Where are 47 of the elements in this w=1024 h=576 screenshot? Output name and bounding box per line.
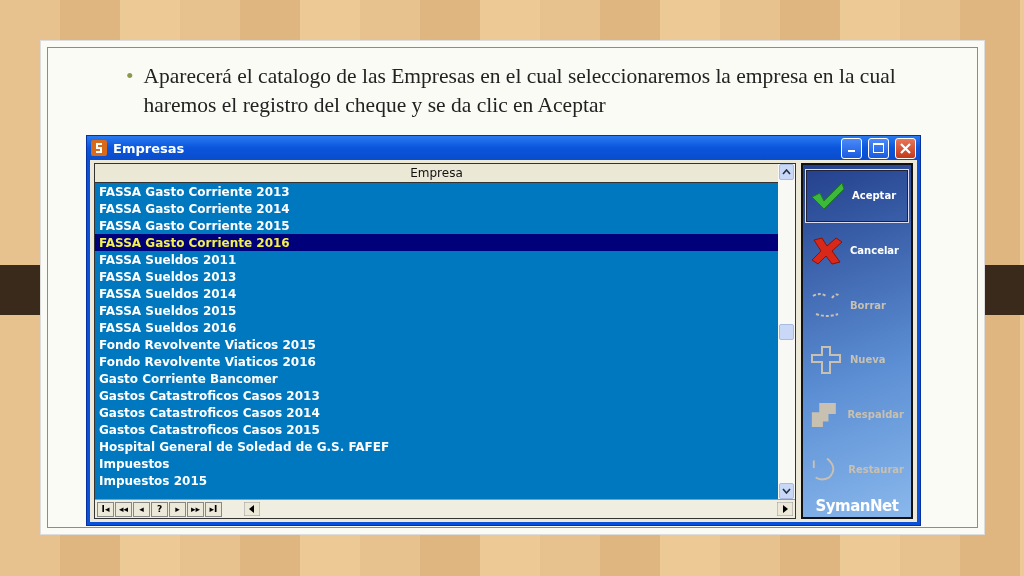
slide-text: Aparecerá el catalogo de las Empresas en el cual seleccionaremos la empresa en la cual haremos el registro del cheque y se da clic en Aceptar <box>143 63 896 119</box>
checkmark-icon <box>810 180 846 211</box>
navigator-button[interactable]: ? <box>151 501 168 517</box>
close-button[interactable] <box>895 137 916 159</box>
window-title: Empresas <box>113 140 185 156</box>
scroll-right-icon[interactable] <box>777 502 793 516</box>
minimize-button[interactable] <box>841 137 862 159</box>
table-row[interactable]: Impuestos <box>95 455 778 472</box>
table-row[interactable]: FASSA Sueldos 2015 <box>95 302 778 319</box>
navigator-button[interactable]: ◂◂ <box>115 501 132 517</box>
column-header[interactable]: Empresa <box>95 164 778 183</box>
app-icon <box>91 140 107 156</box>
table-row[interactable]: Gastos Catastroficos Casos 2013 <box>95 387 778 404</box>
table-row[interactable]: Gasto Corriente Bancomer <box>95 370 778 387</box>
table-row[interactable]: Hospital General de Soledad de G.S. FAFEF <box>95 438 778 455</box>
navigator-button[interactable]: ◂ <box>133 501 150 517</box>
close-icon <box>900 142 911 154</box>
table-row[interactable]: FASSA Gasto Corriente 2015 <box>95 217 778 234</box>
table-row[interactable]: Gastos Catastroficos Casos 2014 <box>95 404 778 421</box>
bullet: • <box>126 63 134 90</box>
navigator-button[interactable]: I◂ <box>97 501 114 517</box>
table-row[interactable]: FASSA Sueldos 2013 <box>95 268 778 285</box>
scroll-up-icon[interactable] <box>779 164 794 180</box>
action-button[interactable]: Aceptar <box>805 169 909 223</box>
table-row[interactable]: Fondo Revolvente Viaticos 2015 <box>95 336 778 353</box>
table-row[interactable]: Fondo Revolvente Viaticos 2016 <box>95 353 778 370</box>
table-row[interactable]: FASSA Gasto Corriente 2016 <box>95 234 778 251</box>
cross-icon <box>810 235 844 266</box>
maximize-icon <box>873 143 884 153</box>
action-button[interactable]: Cancelar <box>805 223 909 278</box>
logo: SymanNet <box>814 497 900 516</box>
scroll-thumb[interactable] <box>779 323 794 340</box>
navigator-button[interactable]: ▸ <box>169 501 186 517</box>
vertical-scrollbar[interactable] <box>778 164 795 499</box>
plus-icon <box>810 344 844 375</box>
table-row[interactable]: FASSA Sueldos 2016 <box>95 319 778 336</box>
table-row[interactable]: Gastos Catastroficos Casos 2015 <box>95 421 778 438</box>
navigator-button[interactable]: ▸▸ <box>187 501 204 517</box>
maximize-button[interactable] <box>868 137 889 159</box>
table-row[interactable]: FASSA Sueldos 2014 <box>95 285 778 302</box>
navigator-button[interactable]: ▸I <box>205 501 222 517</box>
scroll-down-icon[interactable] <box>779 483 794 499</box>
table-row[interactable]: FASSA Gasto Corriente 2013 <box>95 183 778 200</box>
table-row[interactable]: FASSA Sueldos 2011 <box>95 251 778 268</box>
table-row[interactable]: FASSA Gasto Corriente 2014 <box>95 200 778 217</box>
scroll-left-icon[interactable] <box>244 502 260 516</box>
table-row[interactable]: Impuestos 2015 <box>95 472 778 489</box>
